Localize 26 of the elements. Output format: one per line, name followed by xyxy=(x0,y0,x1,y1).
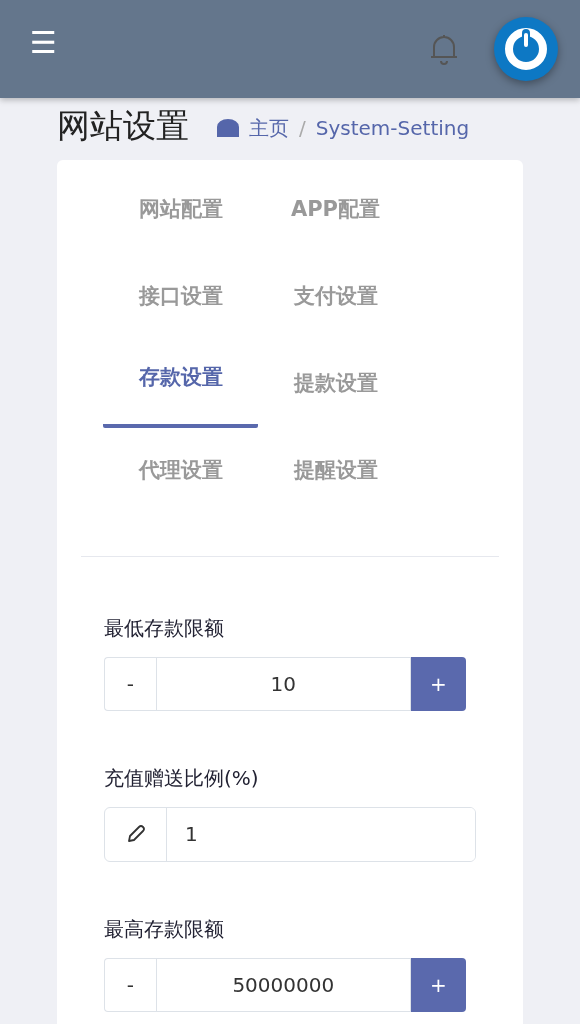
settings-tab[interactable]: 接口设置 xyxy=(103,266,258,354)
number-field[interactable]: 10 xyxy=(155,656,411,711)
field-label: 充值赠送比例(%) xyxy=(104,764,260,792)
settings-tab[interactable]: 支付设置 xyxy=(258,266,413,354)
decrement-button[interactable]: - xyxy=(104,656,156,711)
breadcrumb-link[interactable]: System-Setting xyxy=(315,113,470,143)
increment-button[interactable]: + xyxy=(410,656,466,711)
settings-tab[interactable]: 代理设置 xyxy=(103,440,258,528)
menu-button[interactable]: ☰ xyxy=(30,28,57,58)
pencil-icon xyxy=(125,824,146,845)
field-label: 最低存款限额 xyxy=(104,614,225,642)
settings-tab[interactable]: 提款设置 xyxy=(258,353,413,441)
settings-tab[interactable]: 提醒设置 xyxy=(258,440,413,528)
settings-tab[interactable]: 存款设置 xyxy=(103,353,258,428)
settings-tab[interactable]: APP配置 xyxy=(258,179,413,267)
input-field[interactable]: 1 xyxy=(104,806,476,862)
breadcrumb-separator: / xyxy=(299,115,306,142)
power-avatar[interactable] xyxy=(494,17,558,81)
breadcrumb-link[interactable]: 主页 xyxy=(249,113,289,143)
field-label: 最高存款限额 xyxy=(104,915,225,943)
number-field[interactable]: 50000000 xyxy=(155,957,411,1012)
power-icon xyxy=(503,26,549,72)
settings-tab[interactable]: 网站配置 xyxy=(103,179,258,267)
decrement-button[interactable]: - xyxy=(104,957,156,1012)
increment-button[interactable]: + xyxy=(410,957,466,1012)
page-title: 网站设置 xyxy=(57,106,189,146)
